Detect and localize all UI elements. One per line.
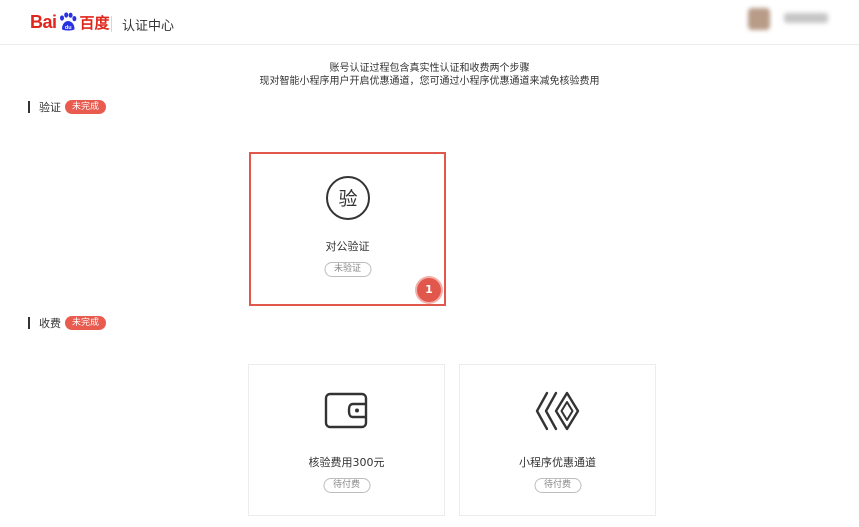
status-badge: 未完成 xyxy=(65,100,107,114)
top-header: Bai du 百度 认证中心 xyxy=(0,0,859,45)
card-status-pill: 待付费 xyxy=(322,478,371,493)
logo-text: Bai xyxy=(30,11,57,32)
wallet-icon xyxy=(324,392,367,429)
page-title: 认证中心 xyxy=(122,19,175,34)
header-divider xyxy=(111,16,112,32)
card-title: 小程序优惠通道 xyxy=(519,456,596,469)
step-number-badge: 1 xyxy=(417,278,441,302)
miniapp-diamond-icon xyxy=(535,391,579,431)
section-verify: 验证 未完成 xyxy=(28,99,107,115)
verify-seal-char: 验 xyxy=(338,188,357,210)
section-verify-label: 验证 xyxy=(39,101,61,114)
corporate-verify-card[interactable]: 验 对公验证 未验证 1 xyxy=(249,152,446,306)
baidu-logo[interactable]: Bai du 百度 xyxy=(30,10,110,34)
section-fee-label: 收费 xyxy=(39,317,61,330)
section-marker xyxy=(28,317,30,329)
card-title: 核验费用300元 xyxy=(308,456,385,469)
card-status-pill: 待付费 xyxy=(533,478,582,493)
notice-line-2: 现对智能小程序用户开启优惠通道，您可通过小程序优惠通道来减免核验费用 xyxy=(259,76,600,87)
status-badge: 未完成 xyxy=(65,316,107,330)
logo-chinese-text: 百度 xyxy=(79,13,110,32)
section-fee: 收费 未完成 xyxy=(28,315,107,331)
svg-text:du: du xyxy=(64,25,71,31)
avatar[interactable] xyxy=(748,8,770,30)
user-name-blurred[interactable] xyxy=(784,13,828,23)
miniapp-channel-card[interactable]: 小程序优惠通道 待付费 xyxy=(459,364,656,516)
verify-seal-icon: 验 xyxy=(325,176,370,220)
verification-fee-card[interactable]: 核验费用300元 待付费 xyxy=(248,364,445,516)
card-status-pill: 未验证 xyxy=(323,262,372,277)
section-marker xyxy=(28,101,30,113)
card-title: 对公验证 xyxy=(325,240,370,253)
notice-line-1: 账号认证过程包含真实性认证和收费两个步骤 xyxy=(329,63,530,74)
paw-icon: du xyxy=(59,12,76,31)
